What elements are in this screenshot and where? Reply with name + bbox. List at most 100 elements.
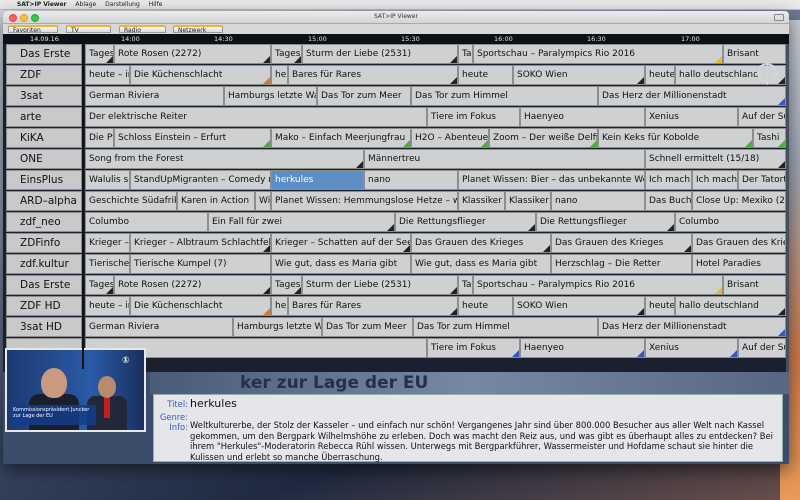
program-cell[interactable]: Mako – Einfach Meerjungfrau xyxy=(271,128,411,148)
program-cell[interactable]: Ta xyxy=(458,275,473,295)
menu-app-name[interactable]: SAT>IP Viewer xyxy=(17,0,67,9)
program-cell[interactable]: heute xyxy=(645,65,675,85)
program-cell[interactable]: Xenius xyxy=(645,338,738,358)
program-cell[interactable]: Das Herz der Millionenstadt xyxy=(598,317,786,337)
program-cell[interactable]: Auf der Su xyxy=(738,338,786,358)
tab-netzwerk[interactable]: Netzwerk xyxy=(173,25,223,34)
channel-name[interactable]: ZDF xyxy=(6,65,82,85)
program-cell[interactable]: Das Grauen des Krieges xyxy=(551,233,692,253)
channel-name[interactable]: ONE xyxy=(6,149,82,169)
program-cell[interactable]: Sportschau – Paralympics Rio 2016 xyxy=(473,44,723,64)
program-cell[interactable]: Tierische Kumpel (7) xyxy=(130,254,271,274)
program-cell[interactable]: Das Herz der Millionenstadt xyxy=(598,86,786,106)
tab-favoriten[interactable]: Favoriten xyxy=(8,25,58,34)
program-cell[interactable]: Das Grauen des Krieg xyxy=(692,233,786,253)
tab-tv[interactable]: TV xyxy=(66,25,111,34)
program-cell[interactable]: Krieger – Schatten auf der Seele xyxy=(271,233,411,253)
program-cell[interactable]: Song from the Forest xyxy=(85,149,364,169)
program-cell[interactable]: Bares für Rares xyxy=(288,296,458,316)
program-cell[interactable]: Ich mach` xyxy=(645,170,692,190)
channel-name[interactable]: Das Erste xyxy=(6,44,82,64)
program-cell[interactable]: Hamburgs letzte Wan xyxy=(224,86,317,106)
program-cell[interactable]: Sturm der Liebe (2531) xyxy=(302,44,458,64)
program-cell[interactable]: Das Buch xyxy=(645,191,692,211)
program-cell[interactable]: Klassiker xyxy=(505,191,551,211)
program-cell[interactable]: Das Tor zum Meer xyxy=(317,86,411,106)
program-cell[interactable]: Geschichte Südafrika xyxy=(85,191,177,211)
zoom-icon[interactable] xyxy=(31,14,39,22)
program-cell[interactable]: Hamburgs letzte Wa xyxy=(233,317,322,337)
program-cell[interactable]: Wi xyxy=(255,191,271,211)
program-cell[interactable]: Tages xyxy=(271,44,302,64)
program-cell[interactable]: Auf der Su xyxy=(738,107,786,127)
program-cell[interactable]: Das Tor zum Meer xyxy=(322,317,413,337)
program-cell[interactable]: Herzschlag – Die Retter xyxy=(551,254,692,274)
program-cell[interactable]: StandUpMigranten – Comedy mit xyxy=(130,170,271,190)
menu-darstellung[interactable]: Darstellung xyxy=(105,0,140,9)
close-icon[interactable] xyxy=(9,14,17,22)
program-cell[interactable]: Das Tor zum Himmel xyxy=(411,86,598,106)
program-cell[interactable]: Ta xyxy=(458,44,473,64)
navigation-crosshair-icon[interactable] xyxy=(755,61,779,85)
program-cell[interactable]: Planet Wissen: Bier – das unbekannte Wes… xyxy=(458,170,645,190)
program-cell[interactable]: Schnell ermittelt (15/18) xyxy=(645,149,786,169)
program-cell[interactable]: Tages xyxy=(271,275,302,295)
program-cell[interactable]: nano xyxy=(364,170,458,190)
program-cell[interactable]: Das Grauen des Krieges xyxy=(411,233,551,253)
channel-name[interactable]: Das Erste HD xyxy=(6,275,82,310)
menu-ablage[interactable]: Ablage xyxy=(75,0,96,9)
program-cell[interactable]: Männertreu xyxy=(364,149,645,169)
video-preview[interactable]: Kommissionspräsident Juncker zur Lage de… xyxy=(5,348,146,432)
program-cell[interactable]: Die Rettungsflieger xyxy=(395,212,536,232)
program-cell[interactable]: Bares für Rares xyxy=(288,65,458,85)
program-cell[interactable]: Das Tor zum Himmel xyxy=(413,317,598,337)
program-cell[interactable]: Haenyeo xyxy=(520,338,645,358)
tab-radio[interactable]: Radio xyxy=(119,25,166,34)
program-cell[interactable]: Tages xyxy=(85,275,114,295)
program-cell[interactable]: Wie gut, dass es Maria gibt xyxy=(411,254,551,274)
program-cell[interactable]: nano xyxy=(551,191,645,211)
program-cell[interactable]: H2O – Abenteuer xyxy=(411,128,489,148)
minimize-icon[interactable] xyxy=(20,14,28,22)
program-cell[interactable]: Krieger – Albtraum Schlachtfeld xyxy=(130,233,271,253)
program-cell[interactable]: Planet Wissen: Hemmungslose Hetze – was xyxy=(271,191,458,211)
program-cell[interactable]: German Riviera xyxy=(85,317,233,337)
grid-scrollbar[interactable] xyxy=(786,44,789,372)
program-cell[interactable]: heute xyxy=(458,296,513,316)
channel-name[interactable]: arte xyxy=(6,107,82,127)
channel-name[interactable]: zdf.kultur xyxy=(6,254,82,274)
program-cell[interactable]: heute – in xyxy=(85,296,130,316)
program-cell[interactable]: Krieger – xyxy=(85,233,130,253)
program-cell[interactable]: Die Küchenschlacht xyxy=(130,65,271,85)
program-cell[interactable]: heute – in xyxy=(85,65,130,85)
program-cell[interactable]: Brisant xyxy=(723,275,786,295)
program-cell[interactable]: Rote Rosen (2272) xyxy=(114,275,271,295)
program-cell[interactable]: SOKO Wien xyxy=(513,65,645,85)
program-cell[interactable]: Sportschau – Paralympics Rio 2016 xyxy=(473,275,723,295)
program-cell[interactable]: Der Tatort xyxy=(738,170,786,190)
window-titlebar[interactable]: SAT>IP Viewer xyxy=(3,11,789,24)
program-cell[interactable]: Columbo xyxy=(85,212,208,232)
program-cell[interactable]: Schloss Einstein – Erfurt xyxy=(114,128,271,148)
program-cell[interactable]: Ich mach` xyxy=(692,170,738,190)
program-cell[interactable]: heute xyxy=(458,65,513,85)
program-cell[interactable]: he xyxy=(271,65,288,85)
channel-name[interactable]: 3sat xyxy=(6,86,82,106)
program-cell[interactable]: Klassiker xyxy=(458,191,505,211)
program-cell[interactable]: Hotel Paradies xyxy=(692,254,786,274)
channel-name[interactable]: EinsPlus xyxy=(6,170,82,190)
program-cell[interactable]: Wie gut, dass es Maria gibt xyxy=(271,254,411,274)
channel-name[interactable]: ZDF HD xyxy=(6,296,82,316)
program-cell[interactable]: Tierische xyxy=(85,254,130,274)
program-cell[interactable]: herkules xyxy=(271,170,364,190)
program-cell[interactable]: Tages xyxy=(85,44,114,64)
program-cell[interactable]: Sturm der Liebe (2531) xyxy=(302,275,458,295)
program-cell[interactable]: Haenyeo xyxy=(520,107,645,127)
channel-name[interactable]: 3sat HD xyxy=(6,317,82,337)
program-cell[interactable]: Columbo xyxy=(675,212,786,232)
program-cell[interactable]: hallo deutschland xyxy=(675,296,786,316)
fullscreen-icon[interactable] xyxy=(774,14,784,21)
program-cell[interactable]: he xyxy=(271,296,288,316)
menu-hilfe[interactable]: Hilfe xyxy=(149,0,163,9)
program-cell[interactable]: Xenius xyxy=(645,107,738,127)
